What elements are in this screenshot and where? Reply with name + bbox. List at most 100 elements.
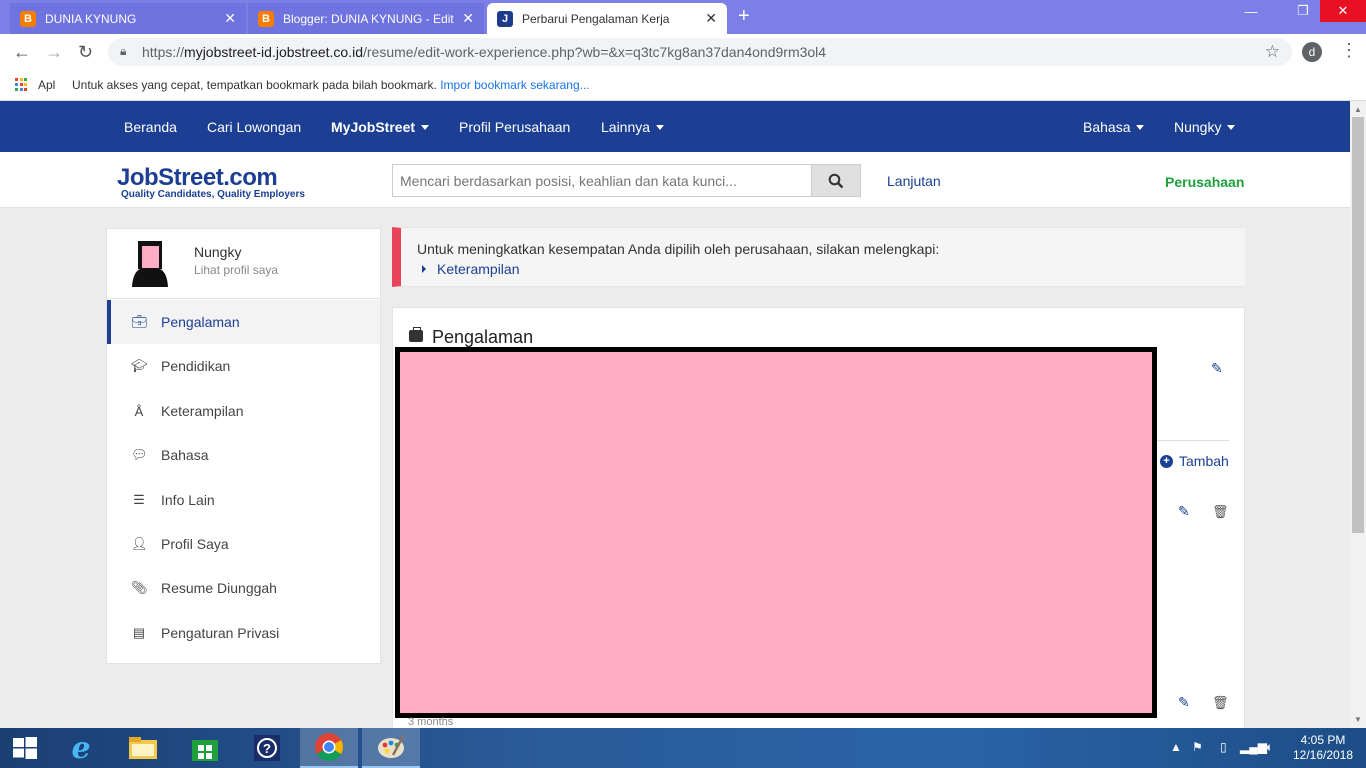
- new-tab-button[interactable]: +: [738, 5, 750, 28]
- skill-icon: Å: [134, 403, 144, 419]
- tab-dunia-kynung[interactable]: B DUNIA KYNUNG ✕: [10, 3, 246, 34]
- nav-beranda[interactable]: Beranda: [124, 119, 177, 135]
- profile-sidebar: Nungky Lihat profil saya 💼︎ Pengalaman 🎓…: [106, 228, 381, 664]
- battery-icon[interactable]: ▯: [1220, 740, 1227, 754]
- caret-down-icon: [656, 125, 665, 130]
- internet-explorer-icon[interactable]: e: [52, 728, 110, 768]
- profile-name: Nungky: [194, 244, 242, 260]
- edit-pencil-icon[interactable]: ✎: [1178, 694, 1190, 711]
- start-button[interactable]: [0, 728, 50, 768]
- scrollbar-thumb[interactable]: [1352, 117, 1364, 533]
- top-navigation: Beranda Cari Lowongan MyJobStreet Profil…: [0, 101, 1350, 152]
- sidebar-item-profil-saya[interactable]: 👤︎ Profil Saya: [107, 522, 380, 566]
- profile-completion-alert: Untuk meningkatkan kesempatan Anda dipil…: [392, 227, 1245, 287]
- action-flag-icon[interactable]: ⚑: [1192, 740, 1203, 754]
- forward-arrow-icon[interactable]: →: [45, 42, 63, 63]
- briefcase-icon: [409, 327, 423, 342]
- sidebar-item-label: Pengalaman: [161, 314, 240, 330]
- nav-user-menu[interactable]: Nungky: [1174, 119, 1236, 135]
- nav-lainnya[interactable]: Lainnya: [601, 119, 665, 135]
- bookmark-hint: Untuk akses yang cepat, tempatkan bookma…: [72, 78, 590, 92]
- sidebar-item-label: Keterampilan: [161, 403, 244, 419]
- profile-card[interactable]: Nungky Lihat profil saya: [107, 229, 380, 299]
- browser-tab-strip: B DUNIA KYNUNG ✕ B Blogger: DUNIA KYNUNG…: [0, 0, 1366, 34]
- divider: [1157, 440, 1229, 441]
- edit-pencil-icon[interactable]: ✎: [1211, 360, 1223, 377]
- close-icon[interactable]: ✕: [462, 10, 474, 27]
- page-scrollbar[interactable]: ▲ ▼: [1350, 101, 1366, 728]
- help-icon[interactable]: ?: [238, 728, 296, 768]
- search-button[interactable]: [811, 164, 861, 197]
- nav-bahasa[interactable]: Bahasa: [1083, 119, 1145, 135]
- employer-link[interactable]: Perusahaan: [1165, 174, 1244, 190]
- redacted-content-block: [395, 347, 1157, 718]
- file-explorer-icon[interactable]: [114, 728, 172, 768]
- show-hidden-icons-icon[interactable]: ▲: [1170, 740, 1182, 754]
- alert-text: Untuk meningkatkan kesempatan Anda dipil…: [417, 241, 940, 257]
- sidebar-item-resume-diunggah[interactable]: 📎︎ Resume Diunggah: [107, 566, 380, 610]
- avatar: [127, 241, 173, 287]
- bookmark-star-icon[interactable]: ☆: [1265, 42, 1280, 62]
- advanced-search-link[interactable]: Lanjutan: [887, 173, 941, 189]
- caret-down-icon: [1227, 125, 1236, 130]
- jobstreet-logo[interactable]: JobStreet.com: [117, 164, 278, 192]
- nav-cari-lowongan[interactable]: Cari Lowongan: [207, 119, 301, 135]
- clock-date: 12/16/2018: [1292, 748, 1354, 762]
- bookmarks-bar: Apl Untuk akses yang cepat, tempatkan bo…: [0, 70, 1366, 101]
- sidebar-item-pendidikan[interactable]: 🎓︎ Pendidikan: [107, 344, 380, 388]
- sidebar-item-label: Pendidikan: [161, 358, 231, 374]
- apps-label[interactable]: Apl: [38, 78, 55, 92]
- menu-kebab-icon[interactable]: ⋮: [1340, 40, 1358, 61]
- signal-icon[interactable]: ▂▄▆: [1240, 740, 1267, 754]
- address-bar-row: ← → ↻ 🔒︎ https://myjobstreet-id.jobstree…: [0, 34, 1366, 70]
- add-experience-button[interactable]: + Tambah: [1160, 453, 1229, 469]
- sidebar-item-label: Pengaturan Privasi: [161, 625, 280, 641]
- tab-title: Blogger: DUNIA KYNUNG - Edit p: [283, 11, 457, 26]
- minimize-button[interactable]: —: [1228, 0, 1274, 22]
- nav-myjobstreet[interactable]: MyJobStreet: [331, 119, 430, 135]
- search-icon: [828, 173, 844, 188]
- sidebar-item-pengaturan-privasi[interactable]: ▤ Pengaturan Privasi: [107, 611, 380, 655]
- clock-time: 4:05 PM: [1300, 733, 1346, 747]
- sidebar-item-label: Info Lain: [161, 492, 215, 508]
- close-icon[interactable]: ✕: [705, 10, 717, 27]
- apps-grid-icon[interactable]: [15, 78, 28, 91]
- lock-icon: 🔒︎: [120, 44, 127, 58]
- profile-avatar[interactable]: d: [1302, 42, 1322, 62]
- trash-icon[interactable]: 🗑︎: [1212, 504, 1229, 520]
- scroll-down-icon[interactable]: ▼: [1354, 715, 1362, 724]
- trash-icon[interactable]: 🗑︎: [1212, 695, 1229, 711]
- windows-logo-icon: [13, 737, 37, 759]
- scroll-up-icon[interactable]: ▲: [1354, 105, 1362, 114]
- chrome-icon[interactable]: [300, 728, 358, 768]
- sidebar-item-pengalaman[interactable]: 💼︎ Pengalaman: [107, 300, 380, 344]
- taskbar-clock[interactable]: 4:05 PM 12/16/2018: [1290, 733, 1356, 763]
- speech-bubble-icon: 💬︎: [131, 447, 148, 462]
- volume-icon[interactable]: 🔈︎: [1266, 740, 1273, 755]
- sidebar-item-bahasa[interactable]: 💬︎ Bahasa: [107, 433, 380, 477]
- user-icon: 👤︎: [131, 536, 148, 551]
- edit-pencil-icon[interactable]: ✎: [1178, 503, 1190, 520]
- view-profile-link[interactable]: Lihat profil saya: [194, 263, 278, 277]
- nav-profil-perusahaan[interactable]: Profil Perusahaan: [459, 119, 570, 135]
- sidebar-item-keterampilan[interactable]: Å Keterampilan: [107, 389, 380, 433]
- tab-blogger-edit[interactable]: B Blogger: DUNIA KYNUNG - Edit p ✕: [248, 3, 484, 34]
- reload-icon[interactable]: ↻: [78, 42, 93, 63]
- tab-perbarui-pengalaman[interactable]: J Perbarui Pengalaman Kerja ✕: [487, 3, 727, 34]
- close-icon[interactable]: ✕: [224, 10, 236, 27]
- sidebar-item-label: Profil Saya: [161, 536, 229, 552]
- import-bookmarks-link[interactable]: Impor bookmark sekarang...: [440, 78, 589, 92]
- store-icon[interactable]: [176, 728, 234, 768]
- window-close-button[interactable]: ✕: [1320, 0, 1366, 22]
- back-arrow-icon[interactable]: ←: [13, 42, 31, 63]
- url-field[interactable]: 🔒︎ https://myjobstreet-id.jobstreet.co.i…: [108, 38, 1292, 66]
- url-text: https://myjobstreet-id.jobstreet.co.id/r…: [142, 44, 827, 60]
- site-header: JobStreet.com Quality Candidates, Qualit…: [0, 152, 1350, 208]
- sidebar-item-info-lain[interactable]: ☰ Info Lain: [107, 478, 380, 522]
- search-input[interactable]: [392, 164, 812, 197]
- paint-icon[interactable]: [362, 728, 420, 768]
- alert-keterampilan-link[interactable]: Keterampilan: [437, 261, 520, 277]
- windows-taskbar: e ? ▲ ⚑ ▯ ▂▄▆ 🔈︎ 4:05 PM 12/16/2018: [0, 728, 1366, 768]
- paperclip-icon: 📎︎: [131, 580, 148, 595]
- blogger-icon: B: [20, 10, 36, 27]
